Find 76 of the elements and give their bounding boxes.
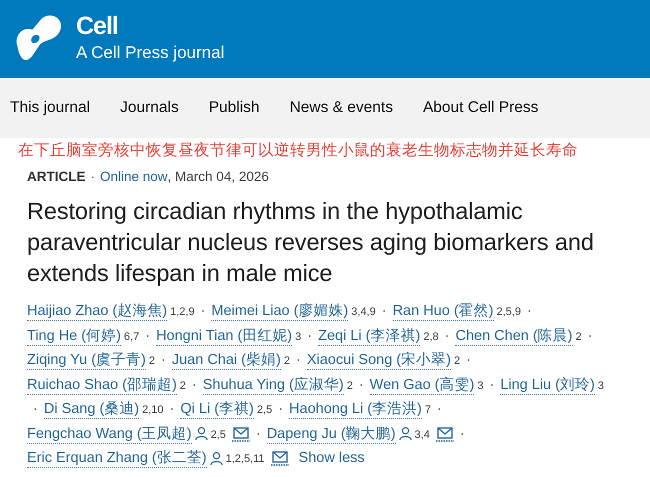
author-link[interactable]: Dapeng Ju (鞠大鹏) [266,424,396,444]
publish-date: , March 04, 2026 [168,168,269,186]
translated-title: 在下丘脑室旁核中恢复昼夜节律可以逆转男性小鼠的衰老生物标志物并延长寿命 [17,140,579,161]
affiliation-numbers: 2 [454,355,460,367]
affiliation-numbers: 3 [598,380,604,392]
author-link[interactable]: Xiaocui Song (宋小翠) [306,351,451,370]
author-link[interactable]: Hongni Tian (田红妮) [156,326,292,346]
separator-dot: · [90,168,95,186]
author-link[interactable]: Qi Li (李祺) [180,400,254,419]
affiliation-numbers: 3 [477,380,484,392]
separator-dot: · [170,400,174,419]
separator-dot: · [192,376,197,394]
affiliation-numbers: 2 [576,330,582,342]
separator-dot: · [307,326,312,346]
separator-dot: · [358,376,364,394]
author-link[interactable]: Ziqing Yu (虞子青) [27,351,146,370]
affiliation-numbers: 2 [346,380,353,392]
nav-link[interactable]: News & events [290,99,393,117]
show-less-link[interactable]: Show less [298,446,365,470]
separator-dot: · [145,326,150,346]
nav-link[interactable]: This journal [10,99,90,117]
affiliation-numbers: 2 [180,380,186,392]
journal-name: Cell [76,12,119,40]
affiliation-numbers: 2,5 [210,428,226,440]
separator-dot: · [444,326,450,346]
affiliation-numbers: 2,5 [256,404,272,416]
email-icon[interactable] [436,426,454,442]
separator-dot: · [296,351,301,370]
affiliation-numbers: 6,7 [124,330,140,342]
affiliation-numbers: 3 [295,330,302,342]
author-link[interactable]: Shuhua Ying (应淑华) [202,376,344,394]
separator-dot: · [161,351,166,370]
separator-dot: · [526,302,532,321]
separator-dot: · [256,424,261,444]
separator-dot: · [437,400,442,419]
separator-dot: · [460,424,465,444]
nav-link[interactable]: Publish [208,99,260,117]
author-link[interactable]: Ran Huo (霍然) [392,302,494,321]
separator-dot: · [33,400,38,419]
email-icon[interactable] [232,426,250,442]
author-link[interactable]: Ruichao Shao (邵瑞超) [27,376,177,394]
affiliation-numbers: 2 [284,355,290,367]
author-link[interactable]: Ting He (何婷) [27,326,121,346]
author-link[interactable]: Ling Liu (刘玲) [500,376,595,394]
author-link[interactable]: Chen Chen (陈晨) [455,326,573,346]
separator-dot: · [466,351,471,370]
article-title: Restoring circadian rhythms in the hypothalamic paraventricular nucleus reverses aging biomarkers and extends lifespan in male mice [27,197,595,288]
author-link[interactable]: Di Sang (桑迪) [44,400,140,419]
email-icon[interactable] [270,450,289,466]
affiliation-numbers: 1,2,5,11 [226,453,265,465]
author-link[interactable]: Juan Chai (柴娟) [172,351,281,370]
separator-dot: · [489,376,494,394]
online-now-link[interactable]: Online now [100,166,168,188]
nav-link[interactable]: Journals [120,99,179,117]
separator-dot: · [200,302,206,321]
affiliation-numbers: 2 [148,355,156,367]
author-link[interactable]: Meimei Liao (廖媚姝) [211,302,348,321]
separator-dot: · [382,302,387,321]
author-link[interactable]: Eric Erquan Zhang (张二荃) [27,449,207,468]
article-type: ARTICLE [27,168,86,186]
author-link[interactable]: Zeqi Li (李泽祺) [318,326,420,346]
affiliation-numbers: 2,5,9 [496,306,521,318]
separator-dot: · [278,400,284,419]
affiliation-numbers: 3,4,9 [351,306,376,318]
author-link[interactable]: Haijiao Zhao (赵海焦) [27,302,168,321]
affiliation-numbers: 7 [424,404,432,416]
nav-link[interactable]: About Cell Press [422,99,538,117]
author-link[interactable]: Fengchao Wang (王凤超) [27,424,192,444]
affiliation-numbers: 2,10 [142,404,164,416]
author-link[interactable]: Wen Gao (高雯) [370,376,474,394]
author-link[interactable]: Haohong Li (李浩洪) [289,400,422,419]
affiliation-numbers: 2,8 [423,330,439,342]
affiliation-numbers: 1,2,9 [170,306,195,318]
separator-dot: · [588,326,592,346]
journal-tagline: A Cell Press journal [76,42,224,64]
affiliation-numbers: 3,4 [414,428,430,440]
